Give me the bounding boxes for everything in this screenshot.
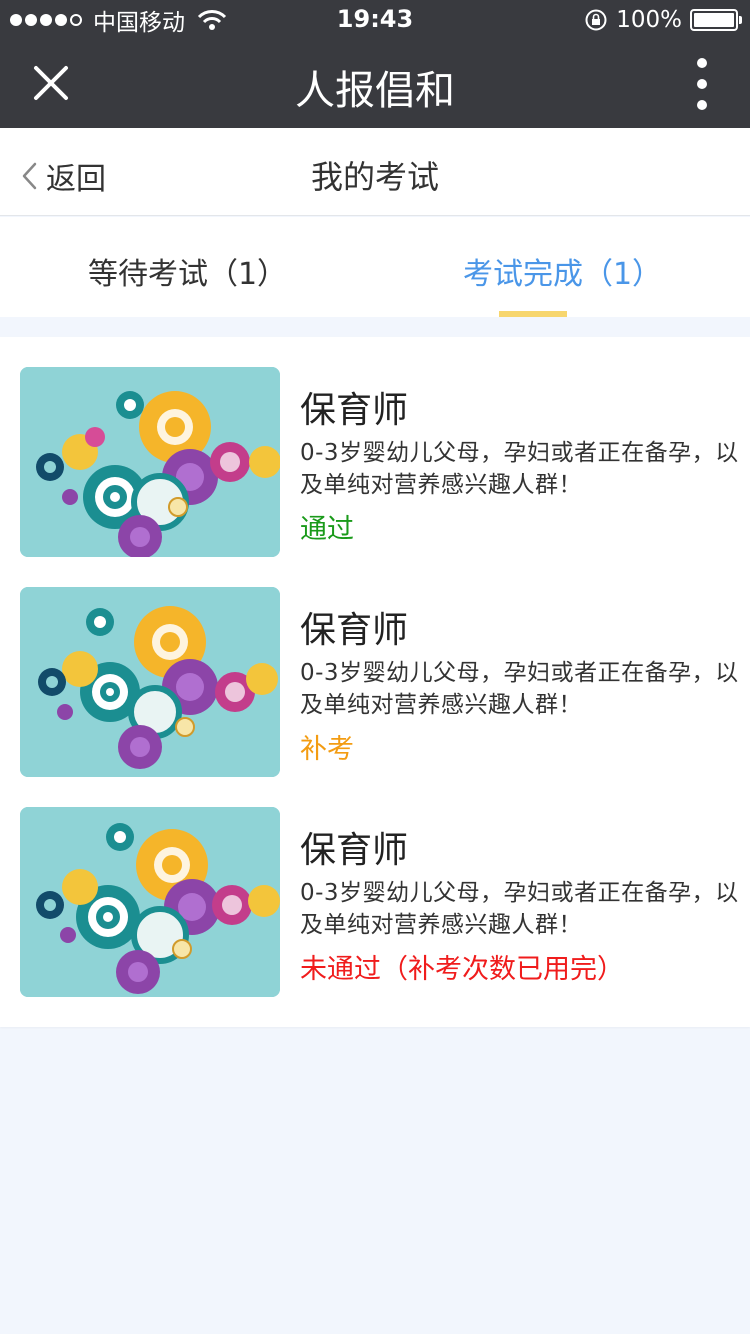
list-item[interactable]: 保育师 0-3岁婴幼儿父母，孕妇或者正在备孕，以及单纯对营养感兴趣人群！ 通过 — [0, 367, 750, 587]
chevron-left-icon — [22, 162, 37, 190]
more-dots-icon — [697, 58, 707, 68]
title-bar: 人报倡和 — [0, 40, 750, 128]
rotation-lock-icon — [585, 9, 607, 31]
battery-percent: 100% — [616, 7, 682, 33]
exam-status: 通过 — [300, 514, 354, 545]
status-bar: 中国移动 19:43 100% — [0, 0, 750, 40]
tab-label: 考试完成（1） — [462, 257, 663, 292]
exam-list: 保育师 0-3岁婴幼儿父母，孕妇或者正在备孕，以及单纯对营养感兴趣人群！ 通过 — [0, 337, 750, 1027]
list-item[interactable]: 保育师 0-3岁婴幼儿父母，孕妇或者正在备孕，以及单纯对营养感兴趣人群！ 补考 — [0, 587, 750, 807]
back-button[interactable]: 返回 — [20, 154, 106, 198]
abstract-candy-image — [20, 367, 280, 557]
exam-thumbnail-image — [20, 587, 280, 777]
exam-tabs: 等待考试（1） 考试完成（1） — [0, 217, 750, 317]
top-bar: 中国移动 19:43 100% 人报倡和 — [0, 0, 750, 128]
exam-thumbnail-image — [20, 367, 280, 557]
tab-completed-exams[interactable]: 考试完成（1） — [375, 217, 750, 317]
exam-name: 保育师 — [300, 610, 409, 651]
status-bar-right: 100% — [584, 6, 742, 34]
exam-description: 0-3岁婴幼儿父母，孕妇或者正在备孕，以及单纯对营养感兴趣人群！ — [300, 660, 739, 718]
page-title: 我的考试 — [310, 158, 439, 196]
exam-thumbnail-image — [20, 807, 280, 997]
exam-status: 补考 — [300, 734, 354, 765]
exam-description: 0-3岁婴幼儿父母，孕妇或者正在备孕，以及单纯对营养感兴趣人群！ — [300, 880, 739, 938]
exam-status: 未通过（补考次数已用完） — [300, 954, 624, 985]
list-item[interactable]: 保育师 0-3岁婴幼儿父母，孕妇或者正在备孕，以及单纯对营养感兴趣人群！ 未通过… — [0, 807, 750, 1027]
exam-description: 0-3岁婴幼儿父母，孕妇或者正在备孕，以及单纯对营养感兴趣人群！ — [300, 440, 739, 498]
more-options-button[interactable] — [690, 58, 714, 110]
exam-name: 保育师 — [300, 830, 409, 871]
page-header: 返回 我的考试 — [0, 128, 750, 216]
tab-label: 等待考试（1） — [87, 257, 288, 292]
app-title: 人报倡和 — [295, 68, 455, 114]
back-label: 返回 — [46, 162, 106, 197]
active-tab-indicator — [499, 311, 567, 317]
tab-waiting-exams[interactable]: 等待考试（1） — [0, 217, 375, 317]
battery-icon — [690, 9, 742, 31]
abstract-candy-image — [20, 807, 280, 997]
abstract-candy-image — [20, 587, 280, 777]
exam-name: 保育师 — [300, 390, 409, 431]
